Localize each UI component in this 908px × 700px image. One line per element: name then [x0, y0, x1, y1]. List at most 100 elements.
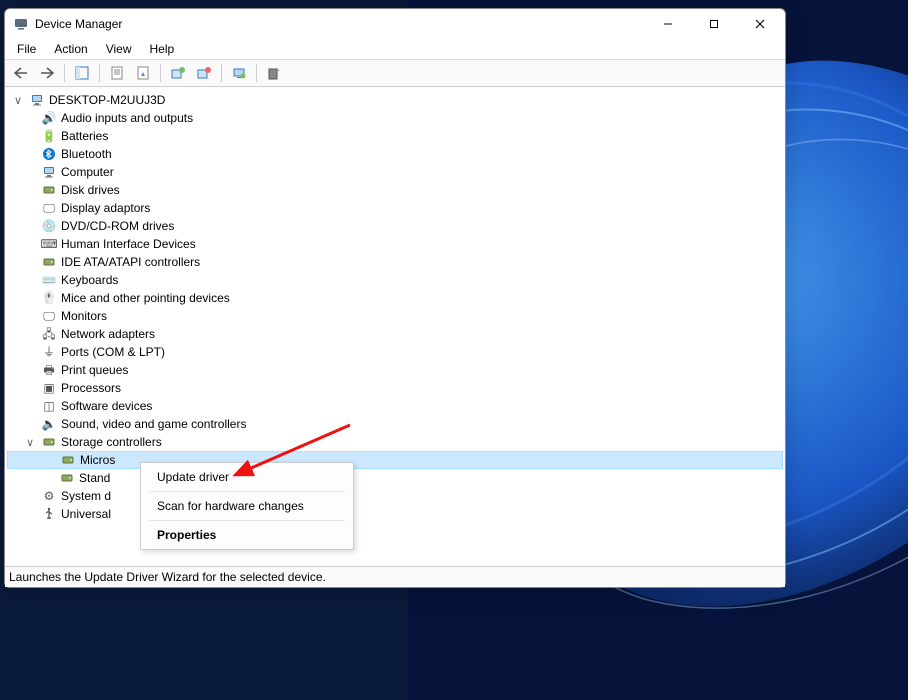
toolbar-update-driver-button[interactable]: [166, 62, 190, 84]
tree-node-label: Micros: [80, 453, 115, 467]
tree-row[interactable]: 🖵 Monitors: [7, 307, 783, 325]
tree-node-label: DVD/CD-ROM drives: [61, 219, 174, 233]
tree-row[interactable]: ⌨ Human Interface Devices: [7, 235, 783, 253]
sound-icon: 🔈: [41, 416, 57, 432]
tree-node-label: IDE ATA/ATAPI controllers: [61, 255, 200, 269]
toolbar: [5, 59, 785, 87]
menu-help[interactable]: Help: [142, 40, 183, 58]
tree-row[interactable]: IDE ATA/ATAPI controllers: [7, 253, 783, 271]
tree-node-label: Processors: [61, 381, 121, 395]
toolbar-scan-hardware-button[interactable]: [227, 62, 251, 84]
toolbar-separator: [99, 64, 100, 82]
toolbar-separator: [64, 64, 65, 82]
monitor-icon: 🖵: [41, 308, 57, 324]
mouse-icon: 🖱️: [41, 290, 57, 306]
dvd-icon: 💿: [41, 218, 57, 234]
toolbar-separator: [256, 64, 257, 82]
tree-row[interactable]: 🔈 Sound, video and game controllers: [7, 415, 783, 433]
tree-node-label: Computer: [61, 165, 114, 179]
tree-row[interactable]: 🔊Audio inputs and outputs: [7, 109, 783, 127]
tree-row[interactable]: ⏚ Ports (COM & LPT): [7, 343, 783, 361]
tree-row[interactable]: Bluetooth: [7, 145, 783, 163]
tree-row[interactable]: ▣ Processors: [7, 379, 783, 397]
processor-icon: ▣: [41, 380, 57, 396]
tree-node-label: Human Interface Devices: [61, 237, 196, 251]
tree-row[interactable]: 🖶 Print queues: [7, 361, 783, 379]
ctx-scan-hardware[interactable]: Scan for hardware changes: [141, 492, 353, 520]
titlebar: Device Manager: [5, 9, 785, 39]
ctx-properties[interactable]: Properties: [141, 521, 353, 549]
ctx-update-driver[interactable]: Update driver: [141, 463, 353, 491]
tree-row[interactable]: Stand: [7, 469, 783, 487]
tree-node-label: Software devices: [61, 399, 152, 413]
tree-node-label: Sound, video and game controllers: [61, 417, 246, 431]
context-menu: Update driver Scan for hardware changes …: [140, 462, 354, 550]
toolbar-show-hide-button[interactable]: [70, 62, 94, 84]
network-icon: 🖧: [41, 326, 57, 342]
storage-device-icon: [60, 452, 76, 468]
menu-action[interactable]: Action: [46, 40, 95, 58]
device-manager-window: Device Manager File Action View Help ∨ DE…: [4, 8, 786, 588]
display-icon: 🖵: [41, 200, 57, 216]
menu-view[interactable]: View: [98, 40, 140, 58]
close-button[interactable]: [737, 9, 783, 39]
tree-node-label: System d: [61, 489, 111, 503]
tree-row[interactable]: ∨ Storage controllers: [7, 433, 783, 451]
tree-node-label: Ports (COM & LPT): [61, 345, 165, 359]
tree-row[interactable]: ◫Software devices: [7, 397, 783, 415]
window-title: Device Manager: [35, 17, 122, 31]
tree-node-label: Bluetooth: [61, 147, 112, 161]
ports-icon: ⏚: [41, 344, 57, 360]
status-bar: Launches the Update Driver Wizard for th…: [5, 567, 785, 587]
tree-row[interactable]: ⚙ System d: [7, 487, 783, 505]
audio-icon: 🔊: [41, 110, 57, 126]
tree-row[interactable]: Computer: [7, 163, 783, 181]
tree-node-label: DESKTOP-M2UUJ3D: [49, 93, 165, 107]
minimize-button[interactable]: [645, 9, 691, 39]
bluetooth-icon: [41, 146, 57, 162]
tree-row[interactable]: 🖱️ Mice and other pointing devices: [7, 289, 783, 307]
maximize-button[interactable]: [691, 9, 737, 39]
toolbar-forward-button[interactable]: [35, 62, 59, 84]
tree-node-label: Mice and other pointing devices: [61, 291, 230, 305]
toolbar-properties-button[interactable]: [105, 62, 129, 84]
tree-row[interactable]: 🔋 Batteries: [7, 127, 783, 145]
tree-row[interactable]: 🖵Display adaptors: [7, 199, 783, 217]
tree-node-label: Batteries: [61, 129, 108, 143]
computer-icon: [41, 164, 57, 180]
tree-node-label: Network adapters: [61, 327, 155, 341]
ide-icon: [41, 254, 57, 270]
window-icon: [13, 16, 29, 32]
tree-root-row[interactable]: ∨ DESKTOP-M2UUJ3D: [7, 91, 783, 109]
printer-icon: 🖶: [41, 362, 57, 378]
tree-row[interactable]: 💿 DVD/CD-ROM drives: [7, 217, 783, 235]
chevron-down-icon[interactable]: ∨: [23, 435, 37, 449]
storage-device-icon: [59, 470, 75, 486]
disk-icon: [41, 182, 57, 198]
tree-row[interactable]: Micros: [7, 451, 783, 469]
tree-node-label: Universal: [61, 507, 111, 521]
toolbar-uninstall-button[interactable]: [192, 62, 216, 84]
system-icon: ⚙: [41, 488, 57, 504]
computer-icon: [29, 92, 45, 108]
tree-node-label: Stand: [79, 471, 110, 485]
tree-row[interactable]: 🖧 Network adapters: [7, 325, 783, 343]
tree-node-label: Disk drives: [61, 183, 120, 197]
toolbar-add-legacy-button[interactable]: [262, 62, 286, 84]
tree-row[interactable]: Universal: [7, 505, 783, 523]
keyboard-icon: ⌨️: [41, 272, 57, 288]
toolbar-refresh-button[interactable]: [131, 62, 155, 84]
tree-node-label: Storage controllers: [61, 435, 162, 449]
menu-file[interactable]: File: [9, 40, 44, 58]
tree-row[interactable]: Disk drives: [7, 181, 783, 199]
tree-node-label: Monitors: [61, 309, 107, 323]
toolbar-back-button[interactable]: [9, 62, 33, 84]
toolbar-separator: [221, 64, 222, 82]
status-text: Launches the Update Driver Wizard for th…: [9, 570, 326, 584]
device-tree[interactable]: ∨ DESKTOP-M2UUJ3D 🔊Audio inputs and output…: [5, 87, 785, 567]
chevron-down-icon[interactable]: ∨: [11, 93, 25, 107]
battery-icon: 🔋: [41, 128, 57, 144]
tree-node-label: Print queues: [61, 363, 128, 377]
tree-row[interactable]: ⌨️Keyboards: [7, 271, 783, 289]
hid-icon: ⌨: [41, 236, 57, 252]
